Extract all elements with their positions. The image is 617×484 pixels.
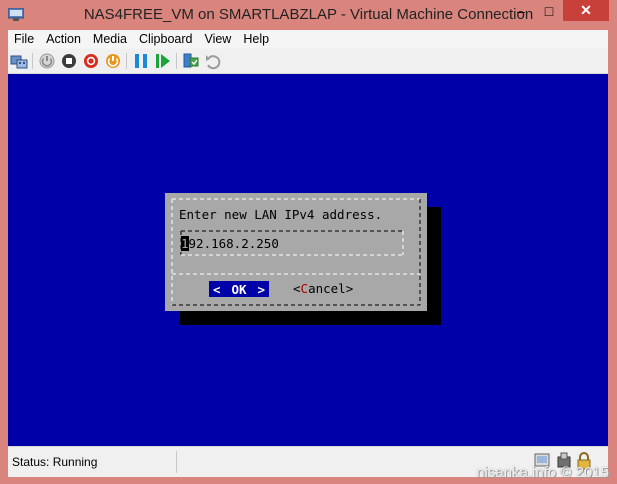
turn-off-icon[interactable] [60, 52, 78, 70]
menu-clipboard[interactable]: Clipboard [133, 30, 199, 48]
text-cursor: 1 [181, 236, 189, 251]
ip-address-value: 92.168.2.250 [188, 236, 279, 251]
watermark-text: nisanka.info © 2015 [476, 464, 609, 481]
toolbar-separator [32, 53, 33, 69]
menu-bar: File Action Media Clipboard View Help [8, 30, 608, 48]
ok-right-bracket: > [257, 281, 265, 297]
vm-screen[interactable]: Enter new LAN IPv4 address. 192.168.2.25… [8, 74, 608, 446]
cancel-open: < [293, 281, 301, 296]
revert-icon[interactable] [204, 52, 222, 70]
menu-view[interactable]: View [198, 30, 237, 48]
ctrl-alt-del-icon[interactable] [10, 52, 28, 70]
title-bar[interactable]: NAS4FREE_VM on SMARTLABZLAP - Virtual Ma… [0, 0, 617, 30]
cancel-hotkey: C [300, 281, 309, 296]
close-button[interactable]: ✕ [563, 0, 609, 21]
ok-left-bracket: < [213, 281, 221, 297]
toolbar [8, 49, 608, 74]
status-separator [176, 451, 177, 473]
toolbar-separator [126, 53, 127, 69]
status-text: Status: Running [12, 455, 98, 469]
menu-help[interactable]: Help [237, 30, 275, 48]
cancel-rest: ancel> [308, 281, 354, 296]
checkpoint-icon[interactable] [182, 52, 200, 70]
maximize-button[interactable]: □ [535, 0, 563, 21]
resume-icon[interactable] [154, 52, 172, 70]
client-area: File Action Media Clipboard View Help En… [8, 30, 608, 477]
minimize-button[interactable]: – [507, 0, 535, 21]
vm-connection-window: NAS4FREE_VM on SMARTLABZLAP - Virtual Ma… [0, 0, 617, 484]
menu-media[interactable]: Media [87, 30, 133, 48]
ip-dialog: Enter new LAN IPv4 address. 192.168.2.25… [165, 193, 427, 311]
ok-button[interactable]: < OK > [209, 281, 269, 297]
start-icon[interactable] [38, 52, 56, 70]
cancel-button[interactable]: <Cancel> [293, 281, 353, 296]
ok-label: OK [231, 281, 247, 297]
menu-action[interactable]: Action [40, 30, 87, 48]
menu-file[interactable]: File [8, 30, 40, 48]
ip-address-input[interactable]: 192.168.2.250 [181, 236, 279, 251]
save-state-icon[interactable] [104, 52, 122, 70]
shutdown-icon[interactable] [82, 52, 100, 70]
window-controls: – □ ✕ [507, 0, 609, 22]
toolbar-separator [176, 53, 177, 69]
pause-icon[interactable] [132, 52, 150, 70]
dialog-prompt: Enter new LAN IPv4 address. [179, 207, 383, 222]
